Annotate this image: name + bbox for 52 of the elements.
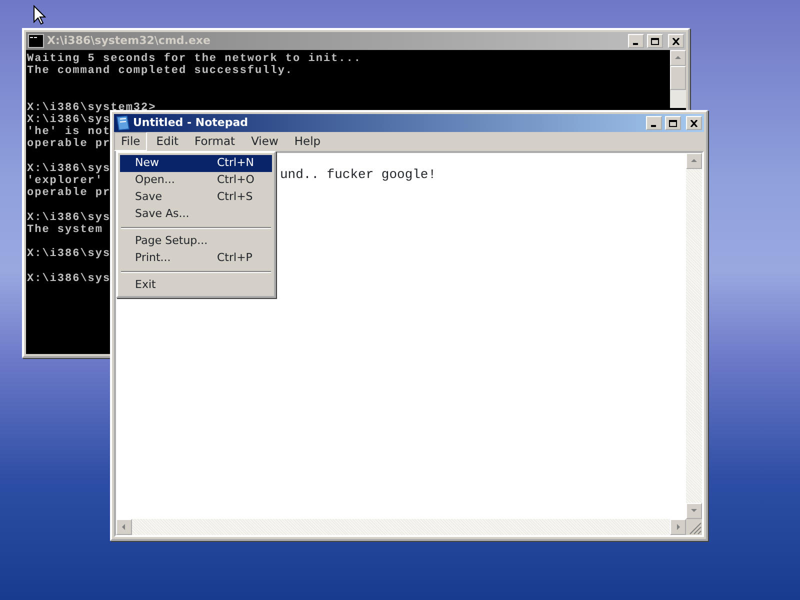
window-title: X:\i386\system32\cmd.exe [47,32,212,49]
close-button[interactable] [686,116,702,130]
console-line: The system [27,224,104,236]
maximize-button[interactable] [647,34,663,48]
minimize-button[interactable] [646,116,662,130]
arrow-left-icon [120,523,128,531]
menu-item[interactable]: Format [188,132,242,152]
console-line: X:\i386\sys [27,272,111,285]
notepad-icon [116,115,130,131]
console-line: 'he' is not [27,126,111,138]
menu-option[interactable]: Page Setup... [120,233,272,250]
console-line: operable pr [27,138,111,151]
console-line: X:\i386\sys [27,114,111,126]
arrow-up-icon [674,54,682,62]
menu-option[interactable]: Print... Ctrl+P [120,250,272,267]
menu-item[interactable]: Edit [149,132,186,152]
close-button[interactable] [668,34,684,48]
console-line: X:\i386\sys [27,212,111,224]
minimize-button[interactable] [628,34,644,48]
close-icon [690,120,698,126]
maximize-button[interactable] [665,116,681,130]
arrow-right-icon [674,523,682,531]
arrow-up-icon [690,157,698,165]
scroll-right-button[interactable] [670,519,686,535]
menu-option[interactable]: Save Ctrl+S [120,189,272,206]
menu-option[interactable]: New Ctrl+N [120,155,272,172]
scroll-up-button[interactable] [670,50,686,66]
menu-option[interactable]: Open... Ctrl+O [120,172,272,189]
console-line: The command completed successfully. [27,65,294,78]
menu-option[interactable]: Save As... [120,206,272,223]
scroll-up-button[interactable] [686,153,702,169]
console-line: X:\i386\system32> [27,102,156,114]
close-icon [672,38,680,44]
console-line: X:\i386\sys [27,248,111,260]
console-line: X:\i386\sys [27,162,111,175]
menu-option[interactable]: Exit [120,277,272,294]
menu-item[interactable]: Help [287,132,328,152]
maximize-icon [651,38,659,44]
console-line: 'explorer' [27,175,104,187]
window-title: Untitled - Notepad [133,114,250,131]
mouse-pointer-icon [33,5,46,25]
arrow-down-icon [690,507,698,515]
scroll-down-button[interactable] [686,503,702,519]
scroll-left-button[interactable] [116,519,132,535]
console-line: operable pr [27,187,111,200]
menu-item[interactable]: View [244,132,286,152]
scroll-thumb[interactable] [670,66,686,90]
console-line: Waiting 5 seconds for the network to init... [27,53,362,65]
maximize-icon [669,120,677,126]
editor-text: und.. fucker google! [280,167,436,182]
console-icon [28,34,44,48]
menu-item[interactable]: File [114,132,148,152]
